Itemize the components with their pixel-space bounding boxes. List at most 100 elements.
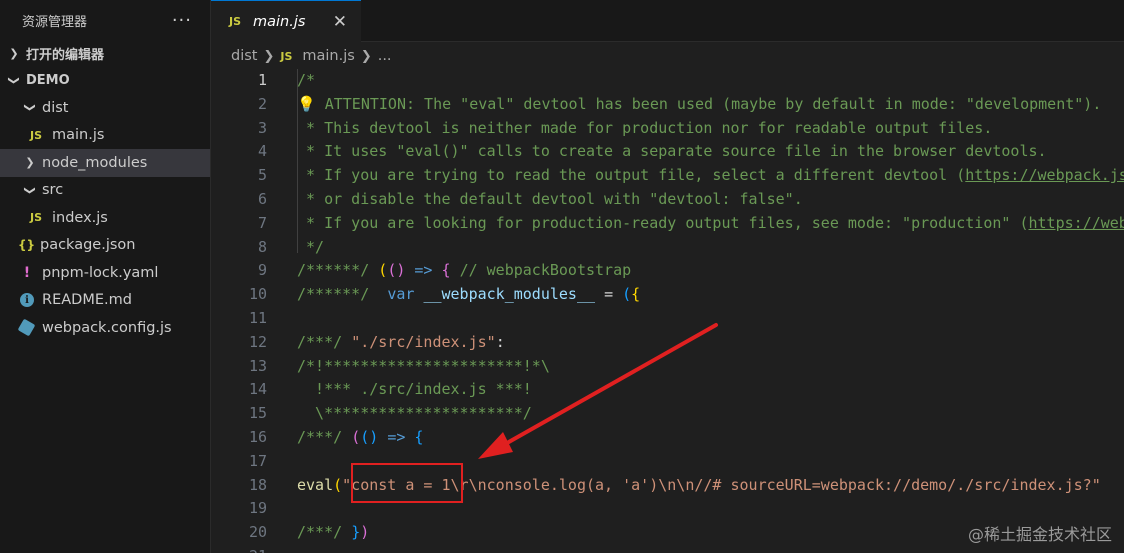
js-file-icon: JS <box>280 49 293 63</box>
paren-token: () <box>387 261 406 280</box>
chevron-down-icon: ❯ <box>7 75 21 86</box>
breadcrumb-folder[interactable]: dist <box>231 48 257 64</box>
line-number: 18 <box>248 475 267 494</box>
line-number: 15 <box>248 404 267 423</box>
comment-token: \**********************/ <box>297 404 532 423</box>
chevron-down-icon: ❯ <box>23 103 37 113</box>
comment-token: /***/ <box>297 427 343 446</box>
tree-item-label: webpack.config.js <box>42 319 172 336</box>
arrow-token: => <box>387 427 406 446</box>
code-line-1: /* <box>297 69 1124 93</box>
comment-token: !*** ./src/index.js ***! <box>297 380 532 399</box>
tab-bar: JS main.js ✕ <box>211 0 1124 42</box>
comment-token: /*!**********************!*\ <box>297 356 550 375</box>
comment-token: /***/ <box>297 523 343 542</box>
breadcrumb-symbol[interactable]: ... <box>378 48 392 64</box>
info-file-icon: i <box>20 293 34 308</box>
comment-token: /******/ <box>297 285 370 304</box>
open-editors-section[interactable]: ❯ 打开的编辑器 <box>0 40 210 67</box>
line-number: 1 <box>257 71 267 89</box>
comment-token: /* <box>297 71 316 89</box>
code-line-16: /***/ (() => { <box>297 426 1124 450</box>
explorer-title: 资源管理器 <box>22 14 88 30</box>
js-file-icon: JS <box>30 211 43 225</box>
line-number: 12 <box>248 332 267 351</box>
lightbulb-icon[interactable]: 💡 <box>297 95 316 113</box>
highlight-box <box>351 463 463 503</box>
tree-item-package-json[interactable]: {} package.json <box>0 232 210 260</box>
line-number: 3 <box>257 118 267 137</box>
tree-item-main-js[interactable]: JS main.js <box>0 122 210 150</box>
string-token: "./src/index.js" <box>351 332 496 351</box>
line-number: 21 <box>211 545 267 553</box>
code-line-10: /******/ var __webpack_modules__ = ({ <box>297 283 1124 307</box>
paren-token: () <box>360 427 379 446</box>
tree-item-dist[interactable]: ❯ dist <box>0 94 210 122</box>
code-line-9: /******/ (() => { // webpackBootstrap <box>297 259 1124 283</box>
line-number: 14 <box>248 380 267 399</box>
comment-link[interactable]: https://webpack.js.org/configuration/mod… <box>1029 214 1124 232</box>
variable-token: __webpack_modules__ <box>423 285 596 304</box>
line-number: 4 <box>257 142 267 161</box>
line-number: 8 <box>257 237 267 256</box>
tree-item-node-modules[interactable]: ❯ node_modules <box>0 149 210 177</box>
js-file-icon: JS <box>229 15 242 28</box>
line-number: 9 <box>257 261 267 280</box>
code-line-14: !*** ./src/index.js ***! <box>297 378 1124 402</box>
brace-token: { <box>441 261 451 280</box>
code-line-4: * It uses "eval()" calls to create a sep… <box>297 140 1124 164</box>
js-file-icon: JS <box>30 128 43 142</box>
tree-item-src[interactable]: ❯ src <box>0 177 210 205</box>
code-line-3: * This devtool is neither made for produ… <box>297 117 1124 141</box>
keyword-token: var <box>387 285 415 304</box>
comment-token: * This devtool is neither made for produ… <box>297 118 993 137</box>
close-icon[interactable]: ✕ <box>333 12 347 32</box>
tree-item-readme[interactable]: i README.md <box>0 287 210 315</box>
breadcrumb: dist ❯ JS main.js ❯ ... <box>211 43 1124 69</box>
tab-main-js[interactable]: JS main.js ✕ <box>211 0 361 42</box>
project-label: DEMO <box>26 73 70 88</box>
code-line-12: /***/ "./src/index.js": <box>297 331 1124 355</box>
comment-token: * If you are trying to read the output f… <box>297 166 966 185</box>
tab-label: main.js <box>253 13 306 30</box>
paren-token: ( <box>378 261 388 280</box>
comment-token: /***/ <box>297 332 343 351</box>
comment-link[interactable]: https://webpack.js.org/configuration/dev… <box>965 166 1124 184</box>
line-number: 2 <box>257 94 267 113</box>
more-actions-icon[interactable]: ··· <box>172 10 192 31</box>
chevron-right-icon: ❯ <box>9 47 19 60</box>
chevron-right-icon: ❯ <box>360 48 372 64</box>
operator-token: = <box>604 285 614 304</box>
line-number: 5 <box>257 166 267 185</box>
tree-item-pnpm-lock[interactable]: ! pnpm-lock.yaml <box>0 259 210 287</box>
brace-token: { <box>414 427 424 446</box>
paren-token: ) <box>360 523 370 542</box>
breadcrumb-file[interactable]: main.js <box>302 48 354 64</box>
tree-item-index-js[interactable]: JS index.js <box>0 204 210 232</box>
code-line-2: 💡 ATTENTION: The "eval" devtool has been… <box>297 93 1124 117</box>
code-editor[interactable]: 1 2 3 4 5 6 7 8 9 10 11 12 13 14 15 16 1… <box>211 69 1124 553</box>
code-line-6: * or disable the default devtool with "d… <box>297 188 1124 212</box>
line-number: 19 <box>248 499 267 518</box>
comment-token: * or disable the default devtool with "d… <box>297 189 803 208</box>
comment-token: */ <box>297 237 325 256</box>
comment-token: /******/ <box>297 261 370 280</box>
project-section[interactable]: ❯ DEMO <box>0 67 210 94</box>
brace-token: } <box>351 523 361 542</box>
code-line-13: /*!**********************!*\ <box>297 355 1124 379</box>
line-number: 17 <box>248 451 267 470</box>
line-number: 20 <box>248 523 267 542</box>
code-line-8: */ <box>297 236 1124 260</box>
comment-token: * It uses "eval()" calls to create a sep… <box>297 142 1047 161</box>
brace-token: { <box>631 285 641 304</box>
tree-item-label: src <box>42 182 64 199</box>
paren-token: ( <box>622 285 632 304</box>
webpack-cube-icon <box>17 318 36 337</box>
line-number: 16 <box>248 427 267 446</box>
tree-item-webpack-config[interactable]: webpack.config.js <box>0 314 210 342</box>
open-editors-label: 打开的编辑器 <box>26 48 105 63</box>
line-number-gutter: 1 2 3 4 5 6 7 8 9 10 11 12 13 14 15 16 1… <box>211 69 267 553</box>
comment-token: ATTENTION: The "eval" devtool has been u… <box>315 94 1102 113</box>
